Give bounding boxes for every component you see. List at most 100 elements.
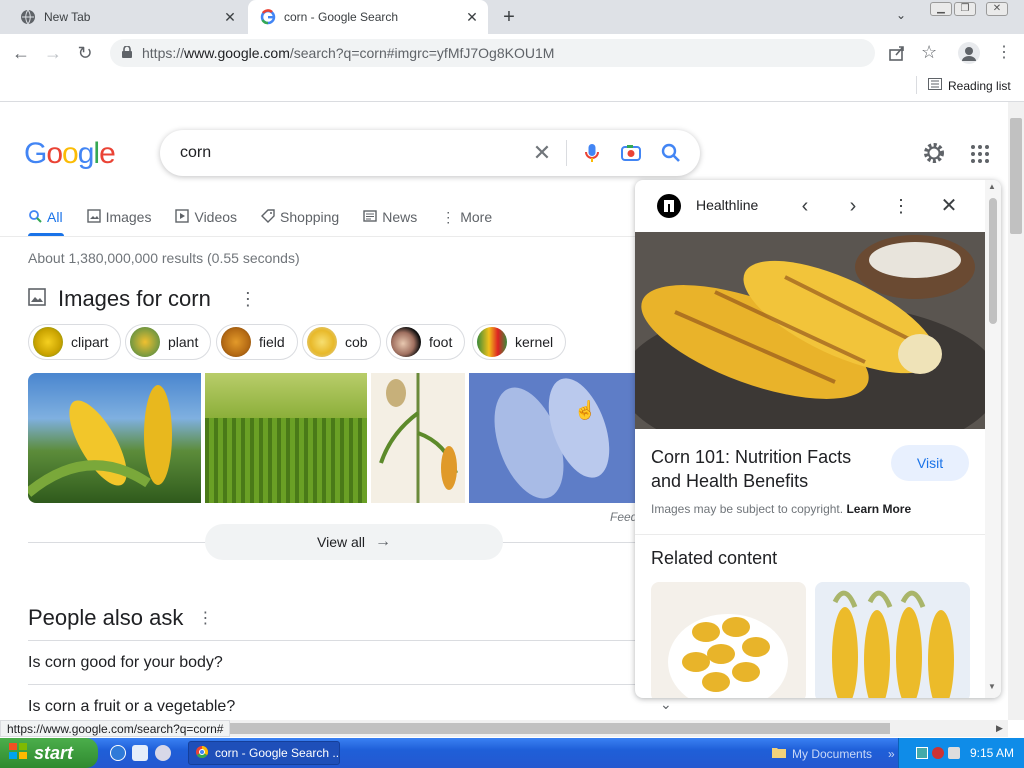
globe-icon (20, 9, 36, 25)
bookmarks-bar (0, 72, 1024, 102)
browser-menu-icon[interactable]: ⋮ (996, 42, 1012, 62)
tab-search-chevron-icon[interactable]: ⌄ (896, 8, 906, 22)
microphone-icon[interactable] (580, 141, 604, 165)
question-text: Is corn a fruit or a vegetable? (28, 697, 236, 715)
panel-scrollbar[interactable]: ▲ ▼ (985, 180, 1001, 698)
chip-kernel[interactable]: kernel (472, 324, 567, 360)
chip-thumbnail (130, 327, 160, 357)
close-tab-icon[interactable]: ✕ (220, 9, 240, 26)
close-tab-icon[interactable]: ✕ (462, 9, 482, 26)
chip-label: plant (168, 334, 199, 350)
chip-foot[interactable]: foot (386, 324, 466, 360)
profile-avatar-icon[interactable] (958, 42, 980, 64)
corn-botanical-illustration[interactable] (371, 373, 465, 503)
horizontal-scroll-thumb[interactable] (210, 723, 890, 734)
tab-label: Videos (194, 209, 238, 225)
media-player-icon[interactable] (155, 745, 171, 761)
page-scroll-thumb[interactable] (1010, 118, 1022, 234)
network-icon[interactable] (915, 747, 928, 759)
more-options-icon[interactable]: ⋮ (239, 289, 257, 310)
next-chevron-icon[interactable]: › (841, 194, 865, 218)
taskbar-item-label: corn - Google Search ... (215, 746, 340, 760)
scroll-right-arrow-icon[interactable]: ▶ (996, 723, 1003, 734)
my-documents-toolbar[interactable]: My Documents » (772, 746, 895, 761)
related-image-grilled-corn[interactable] (815, 582, 970, 698)
learn-more-link[interactable]: Learn More (846, 502, 911, 516)
chip-clipart[interactable]: clipart (28, 324, 122, 360)
chip-field[interactable]: field (216, 324, 298, 360)
previous-chevron-icon[interactable]: ‹ (793, 194, 817, 218)
reading-list-icon (928, 78, 942, 93)
quicklaunch-explorer-icon[interactable] (132, 745, 148, 761)
google-logo[interactable]: Google (24, 137, 116, 171)
taskbar-item-chrome[interactable]: corn - Google Search ... (188, 741, 340, 765)
new-tab-plus-icon[interactable]: + (498, 6, 520, 28)
related-image-corn-bowl[interactable] (651, 582, 806, 698)
start-button[interactable]: start (0, 738, 98, 768)
reading-list-button[interactable]: Reading list (928, 78, 1011, 93)
search-input[interactable]: corn (180, 144, 211, 162)
google-apps-grid-icon[interactable] (968, 142, 992, 169)
image-preview-panel: Healthline ‹ › ⋮ ✕ Corn 101: Nutrition F… (635, 180, 1001, 698)
view-all-button[interactable]: View all → (205, 524, 503, 560)
question-text: Is corn good for your body? (28, 653, 223, 671)
restore-window-icon[interactable]: ❐ (954, 2, 976, 16)
view-all-label: View all (317, 534, 365, 550)
clear-search-icon[interactable]: ✕ (530, 141, 554, 165)
tab-new-tab[interactable]: New Tab ✕ (8, 0, 246, 34)
paa-question[interactable]: Is corn good for your body? (28, 640, 638, 684)
lock-icon[interactable] (122, 45, 132, 58)
chip-plant[interactable]: plant (125, 324, 212, 360)
tab-google-search[interactable]: corn - Google Search ✕ (248, 0, 488, 34)
start-label: start (34, 742, 74, 763)
search-icon[interactable] (659, 141, 683, 165)
system-tray: 9:15 AM (898, 738, 1024, 768)
feedback-link[interactable]: Feed (610, 510, 637, 524)
related-content-heading: Related content (651, 548, 778, 568)
more-options-icon[interactable]: ⋮ (197, 608, 213, 628)
close-window-icon[interactable]: ✕ (986, 2, 1008, 16)
security-shield-icon[interactable] (931, 747, 944, 759)
status-bar-url: https://www.google.com/search?q=corn# (0, 720, 231, 737)
volume-icon[interactable] (947, 747, 960, 759)
grilled-corn-image-selected[interactable] (469, 373, 635, 503)
grilled-corn-large-image[interactable] (635, 232, 1000, 462)
close-icon[interactable]: ✕ (937, 194, 961, 218)
chip-cob[interactable]: cob (302, 324, 381, 360)
back-arrow-icon[interactable]: ← (10, 42, 32, 64)
chip-thumbnail (391, 327, 421, 357)
visit-button[interactable]: Visit (891, 445, 969, 481)
bookmarks-divider (916, 76, 917, 94)
logo-letter: o (62, 137, 79, 170)
corn-plant-image[interactable] (28, 373, 201, 503)
tab-shopping[interactable]: Shopping (261, 205, 339, 229)
settings-gear-icon[interactable] (922, 141, 946, 165)
chip-label: clipart (71, 334, 109, 350)
tab-more[interactable]: ⋮ More (441, 205, 492, 229)
corn-field-image[interactable] (205, 373, 367, 503)
camera-lens-icon[interactable] (619, 141, 643, 165)
logo-letter: o (46, 137, 63, 170)
more-options-icon[interactable]: ⋮ (889, 194, 913, 218)
url-text[interactable]: https://www.google.com/search?q=corn#img… (142, 45, 554, 61)
forward-arrow-icon[interactable]: → (42, 42, 64, 64)
tab-videos[interactable]: Videos (175, 205, 237, 229)
reload-icon[interactable]: ↻ (74, 42, 96, 64)
share-icon[interactable] (888, 44, 906, 65)
play-icon (175, 208, 190, 226)
bookmark-star-icon[interactable]: ☆ (921, 42, 937, 63)
internet-explorer-icon[interactable] (110, 745, 126, 761)
source-name[interactable]: Healthline (696, 197, 758, 213)
image-icon (28, 286, 46, 312)
tab-title: New Tab (44, 10, 91, 24)
image-title-link[interactable]: Corn 101: Nutrition Facts and Health Ben… (651, 445, 871, 493)
chip-thumbnail (221, 327, 251, 357)
chevron-down-icon[interactable]: ⌄ (660, 696, 672, 713)
tab-images[interactable]: Images (86, 205, 151, 229)
chip-label: field (259, 334, 285, 350)
minimize-window-icon[interactable]: ▁ (930, 2, 952, 16)
hand-cursor-icon: ☝ (574, 400, 597, 420)
tab-news[interactable]: News (363, 205, 417, 229)
tab-all[interactable]: All (28, 205, 63, 229)
news-icon (363, 209, 377, 226)
